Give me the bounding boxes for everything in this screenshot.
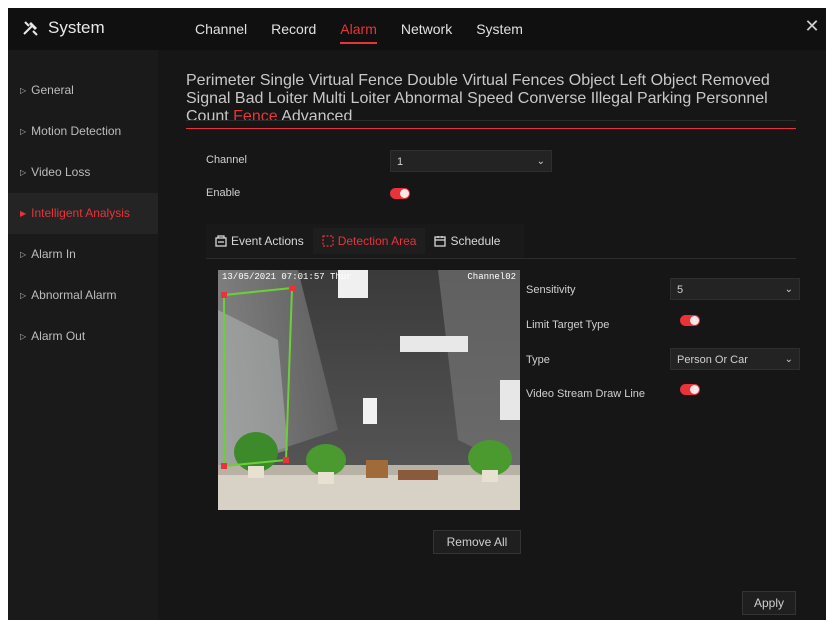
type-value: Person Or Car [677, 354, 748, 366]
sensitivity-value: 5 [677, 284, 684, 296]
top-nav: Channel Record Alarm Network System [183, 8, 535, 50]
subtab-object-left[interactable]: Object Left [569, 72, 646, 89]
remove-all-button[interactable]: Remove All [433, 530, 521, 554]
chevron-right-icon: ▷ [20, 332, 27, 341]
apply-button[interactable]: Apply [742, 591, 796, 615]
subtab-divider [186, 120, 796, 121]
channel-select[interactable]: 1 ⌄ [390, 150, 552, 172]
tab-event-actions[interactable]: Event Actions [206, 228, 313, 254]
subtab-multi-loiter[interactable]: Multi Loiter [312, 90, 390, 107]
detection-area-icon [322, 235, 334, 247]
app-title: System [48, 18, 105, 37]
chevron-right-icon: ▷ [20, 86, 27, 95]
video-preview[interactable]: 13/05/2021 07:01:57 Thur Channel02 [218, 270, 520, 510]
sidebar-item-label: Video Loss [31, 165, 91, 179]
nav-alarm[interactable]: Alarm [328, 8, 389, 50]
chevron-right-icon: ▷ [20, 168, 27, 177]
chevron-right-icon: ▷ [20, 250, 27, 259]
subtab-loiter[interactable]: Loiter [268, 90, 308, 107]
channel-label: Channel [206, 154, 247, 166]
top-bar: System Channel Record Alarm Network Syst… [8, 8, 826, 50]
sidebar-item-alarm-out[interactable]: ▷ Alarm Out [8, 316, 158, 357]
sidebar-item-intelligent-analysis[interactable]: ▶ Intelligent Analysis [8, 193, 158, 234]
nav-network[interactable]: Network [389, 8, 464, 50]
subtab-converse[interactable]: Converse [518, 90, 586, 107]
channel-select-value: 1 [397, 156, 404, 168]
subtab-abnormal-speed[interactable]: Abnormal Speed [394, 90, 513, 107]
subtabs: Perimeter Single Virtual Fence Double Vi… [186, 72, 796, 126]
type-label: Type [526, 354, 550, 366]
limit-target-type-label: Limit Target Type [526, 319, 610, 331]
chevron-down-icon: ⌄ [536, 156, 545, 167]
sidebar: ▷ General ▷ Motion Detection ▷ Video Loss ▶… [8, 50, 158, 620]
sidebar-item-label: Intelligent Analysis [31, 206, 130, 220]
sidebar-item-label: General [31, 83, 74, 97]
type-select[interactable]: Person Or Car ⌄ [670, 348, 800, 370]
tab-schedule[interactable]: Schedule [425, 228, 509, 254]
nav-channel[interactable]: Channel [183, 8, 259, 50]
app-logo: System [22, 18, 105, 38]
enable-toggle[interactable] [390, 188, 410, 199]
sidebar-item-label: Alarm In [31, 247, 76, 261]
tab-bar: Event Actions Detection Area Schedule [206, 228, 509, 254]
subtab-advanced[interactable]: Advanced [281, 108, 352, 125]
tab-label: Detection Area [337, 234, 417, 248]
chevron-right-icon: ▶ [20, 209, 27, 218]
camera-scene [218, 270, 520, 510]
sidebar-item-motion-detection[interactable]: ▷ Motion Detection [8, 111, 158, 152]
sidebar-item-alarm-in[interactable]: ▷ Alarm In [8, 234, 158, 275]
window: System Channel Record Alarm Network Syst… [8, 8, 826, 620]
video-stream-draw-line-toggle[interactable] [680, 384, 700, 395]
event-actions-icon [215, 235, 227, 247]
tab-label: Schedule [450, 234, 501, 248]
sidebar-item-label: Alarm Out [31, 329, 86, 343]
chevron-right-icon: ▷ [20, 291, 27, 300]
tools-icon [23, 21, 38, 36]
sensitivity-label: Sensitivity [526, 284, 576, 296]
subtab-illegal-parking[interactable]: Illegal Parking [591, 90, 692, 107]
calendar-icon [434, 236, 447, 247]
enable-label: Enable [206, 187, 241, 199]
limit-target-type-toggle[interactable] [680, 315, 700, 326]
sidebar-item-label: Abnormal Alarm [31, 288, 117, 302]
sidebar-item-general[interactable]: ▷ General [8, 70, 158, 111]
tab-label: Event Actions [231, 234, 304, 248]
subtab-double-virtual-fences[interactable]: Double Virtual Fences [407, 72, 564, 89]
subtab-signal-bad[interactable]: Signal Bad [186, 90, 263, 107]
sidebar-item-video-loss[interactable]: ▷ Video Loss [8, 152, 158, 193]
sensitivity-select[interactable]: 5 ⌄ [670, 278, 800, 300]
subtab-object-removed[interactable]: Object Removed [651, 72, 770, 89]
subtab-single-virtual-fence[interactable]: Single Virtual Fence [260, 72, 403, 89]
chevron-down-icon: ⌄ [784, 284, 793, 295]
video-stream-draw-line-label: Video Stream Draw Line [526, 388, 646, 400]
tab-divider [206, 258, 796, 259]
subtab-perimeter[interactable]: Perimeter [186, 72, 255, 89]
sidebar-item-abnormal-alarm[interactable]: ▷ Abnormal Alarm [8, 275, 158, 316]
tab-detection-area[interactable]: Detection Area [312, 228, 426, 254]
sidebar-item-label: Motion Detection [31, 124, 122, 138]
chevron-down-icon: ⌄ [784, 354, 793, 365]
nav-record[interactable]: Record [259, 8, 328, 50]
video-timestamp: 13/05/2021 07:01:57 Thur [222, 272, 352, 282]
nav-system[interactable]: System [464, 8, 535, 50]
video-channel-label: Channel02 [467, 272, 516, 282]
main-panel: Perimeter Single Virtual Fence Double Vi… [158, 50, 826, 620]
chevron-right-icon: ▷ [20, 127, 27, 136]
subtab-fence[interactable]: Fence [233, 108, 277, 125]
close-icon[interactable]: ✕ [802, 16, 822, 37]
